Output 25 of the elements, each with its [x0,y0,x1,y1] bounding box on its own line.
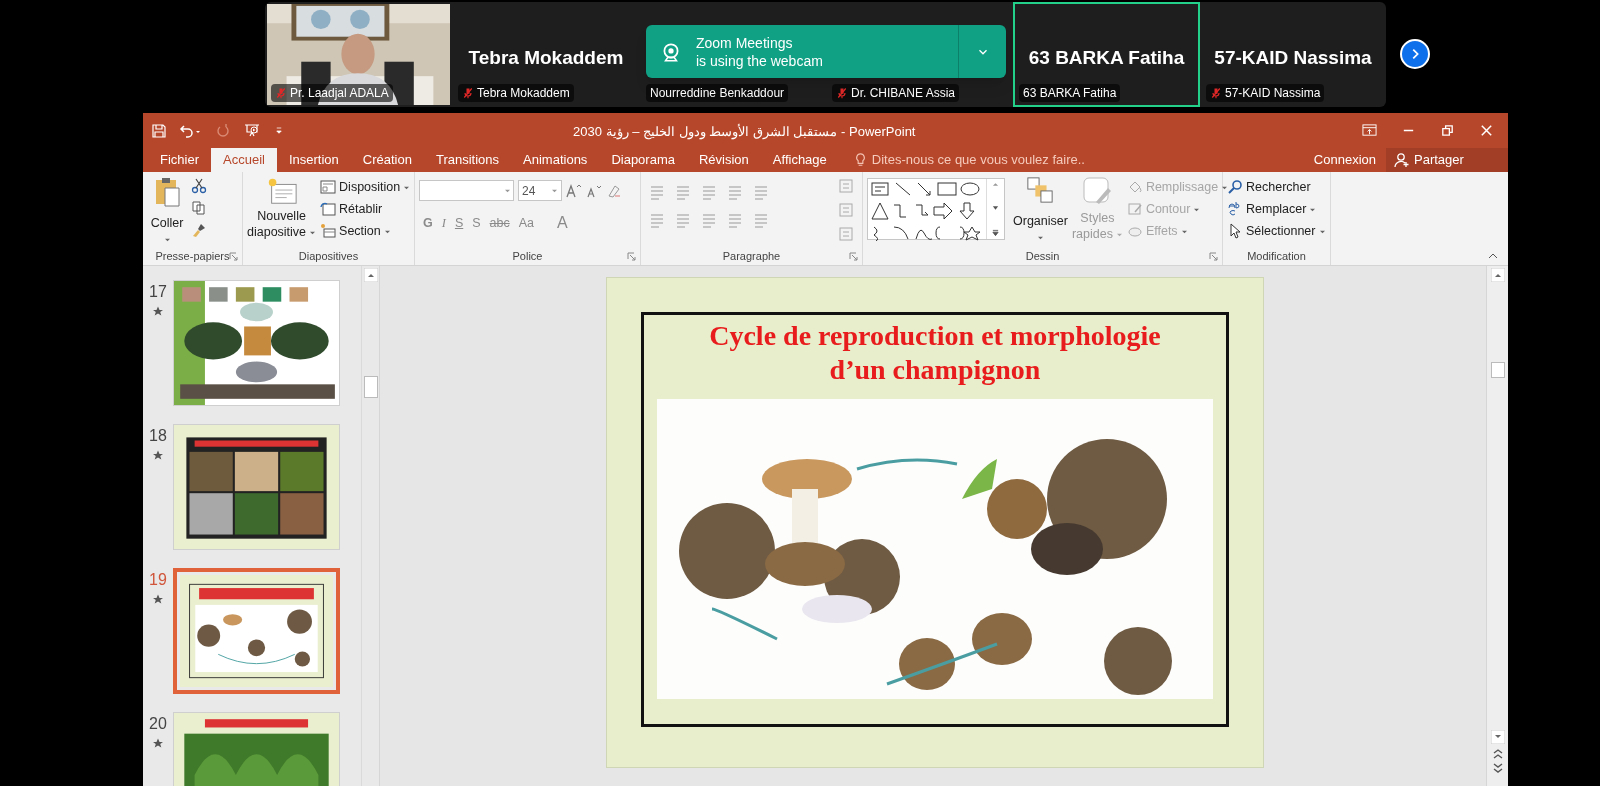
slide-number: 17 [149,282,167,302]
participant-label: Nourreddine Benkaddour [650,85,785,102]
participant-label: 57-KAID Nassima [1225,85,1321,102]
slide-number: 19 [149,570,167,590]
group-label: Paragraphe [722,249,781,265]
participant-label: Pr. Laadjal ADALA [290,85,389,102]
slide-number: 18 [149,426,167,446]
tell-me-placeholder: Dites-nous ce que vous voulez faire.. [871,151,1085,170]
participant-name: Tebra Mokaddem [467,46,625,70]
slide-title: d’un champignon [829,353,1041,387]
group-label: Dessin [1025,249,1060,265]
window-title: مستقبل الشرق الأوسط ودول الخليج – رؤية 2030 - PowerPoint [573,123,916,142]
participant-label: Dr. CHIBANE Assia [851,85,956,102]
slide-title: Cycle de reproduction et morphologie [709,319,1161,353]
group-label: Diapositives [298,249,359,265]
participant-label: 63 BARKA Fatiha [1023,85,1117,102]
group-label: Modification [1247,249,1306,265]
participant-name: 63 BARKA Fatiha [1027,46,1186,70]
notification-message: is using the webcam [696,51,823,70]
notification-title: Zoom Meetings [696,33,794,52]
group-label: Police [512,249,543,265]
participant-name: 57-KAID Nassima [1213,46,1373,70]
group-label: Presse-papiers [155,249,230,265]
participant-label: Tebra Mokaddem [477,85,570,102]
slide-number: 20 [149,714,167,734]
